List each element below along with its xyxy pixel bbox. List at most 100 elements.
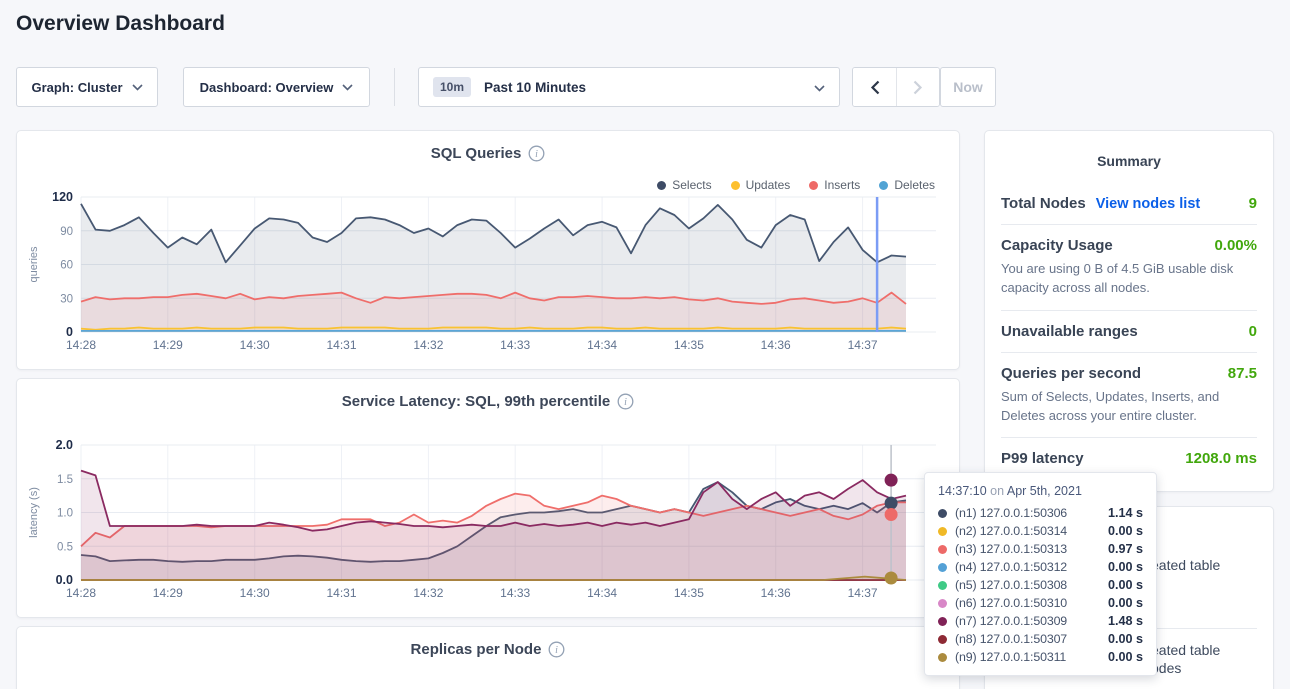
summary-value-unavailable-ranges: 0 [1249,323,1257,340]
summary-row-head: Total NodesView nodes list9 [1001,195,1257,212]
legend-dot-icon [731,181,740,190]
info-icon[interactable]: i [617,393,634,410]
node-color-dot-icon [938,545,947,554]
summary-label-capacity-usage: Capacity Usage [1001,237,1113,254]
legend-dot-icon [809,181,818,190]
node-color-dot-icon [938,599,947,608]
svg-text:14:36: 14:36 [761,338,791,352]
sql-queries-chart[interactable]: 14:2814:2914:3014:3114:3214:3314:3414:35… [17,191,961,366]
info-icon[interactable]: i [528,145,545,162]
summary-row-head: P99 latency1208.0 ms [1001,450,1257,467]
dashboard-label: Dashboard: Overview [200,80,334,95]
legend-label: Updates [746,178,791,192]
tooltip-node-label: (n8) 127.0.0.1:50307 [955,632,1067,646]
tooltip-node-value: 0.00 s [1108,596,1143,610]
tooltip-row: (n9) 127.0.0.1:503110.00 s [938,648,1143,666]
now-button[interactable]: Now [940,67,996,107]
tooltip-node-label: (n6) 127.0.0.1:50310 [955,596,1067,610]
service-latency-chart[interactable]: 14:2814:2914:3014:3114:3214:3314:3414:35… [17,439,961,614]
time-next-button[interactable] [896,68,939,106]
svg-text:14:29: 14:29 [153,338,183,352]
sql-queries-legend: Selects Updates Inserts Deletes [657,178,935,192]
svg-text:14:34: 14:34 [587,338,617,352]
svg-text:120: 120 [52,191,73,204]
svg-text:14:37: 14:37 [848,338,878,352]
tooltip-node-label: (n4) 127.0.0.1:50312 [955,560,1067,574]
svg-text:14:28: 14:28 [66,338,96,352]
time-prev-button[interactable] [853,68,896,106]
summary-label-queries-per-second: Queries per second [1001,365,1141,382]
tooltip-node-value: 0.00 s [1108,560,1143,574]
legend-item-updates[interactable]: Updates [731,178,791,192]
summary-value-capacity-usage: 0.00% [1214,237,1257,254]
latency-hover-tooltip: 14:37:10 on Apr 5th, 2021 (n1) 127.0.0.1… [924,472,1157,676]
legend-item-selects[interactable]: Selects [657,178,711,192]
summary-desc-capacity-usage: You are using 0 B of 4.5 GiB usable disk… [1001,260,1257,298]
overview-dashboard-page: Overview Dashboard Graph: Cluster Dashbo… [0,0,1290,689]
chevron-left-icon [870,80,880,95]
summary-value-p99-latency: 1208.0 ms [1185,450,1257,467]
info-icon[interactable]: i [548,641,565,658]
svg-text:0.5: 0.5 [57,541,73,553]
event-row[interactable]: eated table [1151,557,1220,573]
node-color-dot-icon [938,581,947,590]
tooltip-row: (n7) 127.0.0.1:50309 1.48 s [938,612,1143,630]
node-color-dot-icon [938,509,947,518]
svg-text:queries: queries [28,246,40,283]
replicas-per-node-panel: Replicas per Node i [16,626,960,689]
node-color-dot-icon [938,635,947,644]
svg-text:14:34: 14:34 [587,586,617,600]
tooltip-node-value: 1.48 s [1108,614,1143,628]
legend-item-inserts[interactable]: Inserts [809,178,860,192]
svg-text:0.0: 0.0 [56,573,73,587]
tooltip-row: (n8) 127.0.0.1:503070.00 s [938,630,1143,648]
tooltip-row: (n5) 127.0.0.1:503080.00 s [938,576,1143,594]
tooltip-node-label: (n7) 127.0.0.1:50309 [955,614,1067,628]
chevron-down-icon [132,84,143,91]
summary-row-head: Unavailable ranges0 [1001,323,1257,340]
summary-label-total-nodes: Total Nodes [1001,195,1086,212]
summary-row-total-nodes: Total NodesView nodes list9 [1001,183,1257,224]
service-latency-title: Service Latency: SQL, 99th percentile [342,393,610,410]
replicas-title-row: Replicas per Node i [17,641,959,658]
sql-queries-title-row: SQL Queries i [17,145,959,162]
tooltip-node-label: (n1) 127.0.0.1:50306 [955,506,1067,520]
time-range-dropdown[interactable]: 10m Past 10 Minutes [418,67,840,107]
legend-label: Inserts [824,178,860,192]
tooltip-node-value: 1.14 s [1108,506,1143,520]
tooltip-row: (n2) 127.0.0.1:503140.00 s [938,522,1143,540]
summary-desc-queries-per-second: Sum of Selects, Updates, Inserts, and De… [1001,388,1257,426]
svg-text:i: i [535,149,538,160]
summary-row-queries-per-second: Queries per second87.5Sum of Selects, Up… [1001,352,1257,438]
chevron-down-icon [814,80,825,95]
event-row[interactable]: eated table [1151,642,1220,658]
time-step-buttons [852,67,940,107]
tooltip-node-value: 0.00 s [1108,524,1143,538]
graph-scope-dropdown[interactable]: Graph: Cluster [16,67,158,107]
svg-text:14:30: 14:30 [240,586,270,600]
tooltip-timestamp: 14:37:10 on Apr 5th, 2021 [938,484,1143,498]
svg-text:14:30: 14:30 [240,338,270,352]
svg-text:2.0: 2.0 [56,439,73,452]
tooltip-row: (n4) 127.0.0.1:50312 0.00 s [938,558,1143,576]
chevron-down-icon [342,84,353,91]
dashboard-dropdown[interactable]: Dashboard: Overview [183,67,370,107]
summary-row-head: Capacity Usage 0.00% [1001,237,1257,254]
tooltip-row: (n6) 127.0.0.1:50310 0.00 s [938,594,1143,612]
view-nodes-list-link[interactable]: View nodes list [1096,196,1201,212]
svg-text:14:32: 14:32 [413,338,443,352]
tooltip-time: 14:37:10 [938,484,987,498]
svg-text:1.5: 1.5 [57,474,73,486]
replicas-per-node-title: Replicas per Node [411,641,542,658]
legend-label: Selects [672,178,711,192]
node-color-dot-icon [938,527,947,536]
svg-text:i: i [624,397,627,408]
svg-text:0: 0 [66,325,73,339]
svg-text:14:33: 14:33 [500,586,530,600]
legend-item-deletes[interactable]: Deletes [879,178,935,192]
node-color-dot-icon [938,617,947,626]
svg-text:14:32: 14:32 [413,586,443,600]
svg-text:14:31: 14:31 [326,586,356,600]
time-range-label: Past 10 Minutes [484,80,586,95]
svg-text:14:33: 14:33 [500,338,530,352]
